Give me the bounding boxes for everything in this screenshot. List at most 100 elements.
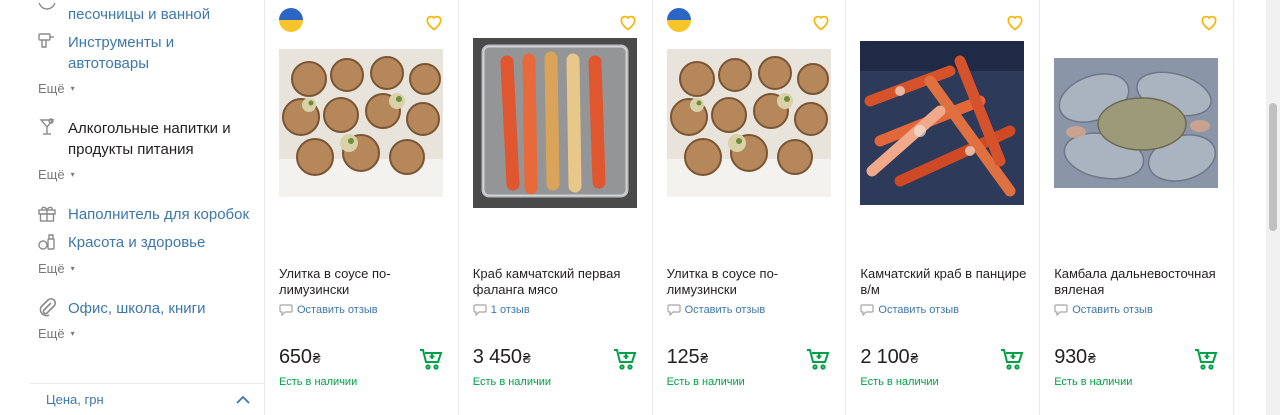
sidebar-item-label: Наполнитель для коробок — [68, 206, 250, 223]
drill-icon — [36, 30, 58, 52]
comment-icon — [1054, 304, 1068, 316]
ukraine-flag-icon — [666, 8, 691, 32]
product-title[interactable]: Краб камчатский первая фаланга мясо — [473, 266, 641, 298]
product-card: Улитка в соусе по-лимузински Оставить от… — [653, 0, 847, 415]
review-label: 1 отзыв — [490, 304, 530, 316]
product-price: 650₴ — [279, 346, 321, 369]
product-grid: Улитка в соусе по-лимузински Оставить от… — [264, 0, 1234, 415]
comment-icon — [666, 304, 681, 316]
more-toggle[interactable]: Ещё ▾ — [38, 167, 75, 182]
price-filter-label: Цена, грн — [46, 392, 104, 407]
bath-icon — [36, 2, 58, 24]
add-to-cart-icon[interactable] — [805, 346, 831, 372]
ukraine-flag-icon — [279, 8, 303, 32]
review-label: Оставить отзыв — [1072, 304, 1153, 316]
review-link[interactable]: Оставить отзыв — [666, 304, 766, 316]
sidebar-item-label: Красота и здоровье — [68, 234, 206, 251]
gift-icon — [36, 202, 58, 224]
heart-icon[interactable] — [1005, 12, 1025, 32]
scrollbar-thumb[interactable] — [1269, 103, 1277, 231]
price-filter-toggle[interactable]: Цена, грн — [30, 383, 264, 415]
add-to-cart-icon[interactable] — [999, 346, 1025, 372]
product-title[interactable]: Камчатский краб в панцире в/м — [860, 266, 1028, 298]
product-price: 2 100₴ — [860, 346, 918, 369]
heart-icon[interactable] — [424, 12, 444, 32]
price-value: 3 450 — [472, 346, 522, 368]
more-label: Ещё — [38, 261, 65, 276]
product-title[interactable]: Улитка в соусе по-лимузински — [279, 266, 447, 298]
availability-status: Есть в наличии — [1054, 376, 1133, 388]
currency-symbol: ₴ — [522, 350, 531, 366]
page-scrollbar[interactable] — [1266, 0, 1280, 415]
chevron-down-icon: ▾ — [70, 84, 75, 93]
product-price: 930₴ — [1054, 346, 1096, 369]
crab-legs-pack-photo[interactable] — [472, 38, 637, 208]
add-to-cart-icon[interactable] — [1193, 346, 1219, 372]
more-toggle[interactable]: Ещё ▾ — [38, 261, 75, 276]
availability-status: Есть в наличии — [472, 376, 552, 388]
currency-symbol: ₴ — [700, 350, 708, 366]
price-value: 930 — [1054, 346, 1087, 368]
more-label: Ещё — [38, 81, 65, 96]
sidebar-item-box-filler[interactable]: Наполнитель для коробок — [30, 204, 264, 225]
review-label: Оставить отзыв — [297, 304, 378, 316]
comment-icon — [860, 304, 874, 316]
glass-icon — [36, 116, 58, 138]
review-link[interactable]: Оставить отзыв — [1054, 304, 1153, 316]
review-link[interactable]: Оставить отзыв — [860, 304, 959, 316]
paperclip-icon — [36, 296, 58, 318]
chevron-up-icon — [236, 395, 250, 404]
chevron-down-icon: ▾ — [70, 329, 75, 338]
king-crab-photo[interactable] — [860, 38, 1025, 208]
snails-photo[interactable] — [279, 38, 443, 208]
price-value: 650 — [279, 346, 312, 368]
snails-photo[interactable] — [666, 38, 831, 208]
sidebar-item-label: Офис, школа, книги — [68, 300, 206, 317]
product-card: Краб камчатский первая фаланга мясо 1 от… — [459, 0, 653, 415]
availability-status: Есть в наличии — [860, 376, 939, 388]
availability-status: Есть в наличии — [666, 376, 745, 388]
product-price: 125₴ — [666, 346, 709, 369]
product-title[interactable]: Улитка в соусе по-лимузински — [667, 266, 835, 298]
heart-icon[interactable] — [1199, 12, 1219, 32]
sidebar-item-office[interactable]: Офис, школа, книги — [30, 296, 264, 319]
category-sidebar: песочницы и ванной Инструменты и автотов… — [30, 0, 264, 415]
product-card: Камбала дальневосточная вяленая Оставить… — [1040, 0, 1234, 415]
more-toggle[interactable]: Ещё ▾ — [38, 326, 75, 341]
product-title[interactable]: Камбала дальневосточная вяленая — [1054, 266, 1222, 298]
more-label: Ещё — [38, 326, 65, 341]
price-value: 125 — [666, 346, 700, 368]
sidebar-item-label: песочницы и ванной — [68, 6, 211, 23]
currency-symbol: ₴ — [1087, 350, 1096, 366]
sidebar-item-alcohol-food[interactable]: Алкогольные напитки и продукты питания — [30, 118, 264, 160]
cosmetics-icon — [36, 230, 58, 252]
currency-symbol: ₴ — [312, 350, 321, 366]
add-to-cart-icon[interactable] — [612, 346, 638, 372]
sidebar-item-label: Инструменты и автотовары — [68, 34, 175, 72]
product-card: Камчатский краб в панцире в/м Оставить о… — [846, 0, 1041, 415]
review-link[interactable]: Оставить отзыв — [279, 304, 378, 316]
review-label: Оставить отзыв — [878, 304, 959, 316]
sidebar-item-kids-bath[interactable]: песочницы и ванной — [30, 2, 264, 25]
sidebar-item-label: Алкогольные напитки и продукты питания — [68, 120, 231, 158]
more-toggle[interactable]: Ещё ▾ — [38, 81, 75, 96]
product-card: Улитка в соусе по-лимузински Оставить от… — [265, 0, 459, 415]
sidebar-item-tools[interactable]: Инструменты и автотовары — [30, 32, 264, 74]
catalog-page: песочницы и ванной Инструменты и автотов… — [0, 0, 1280, 415]
chevron-down-icon: ▾ — [70, 264, 75, 273]
dried-flounder-photo[interactable] — [1054, 38, 1219, 208]
currency-symbol: ₴ — [910, 350, 919, 366]
product-price: 3 450₴ — [473, 346, 531, 369]
chevron-down-icon: ▾ — [70, 170, 75, 179]
heart-icon[interactable] — [811, 12, 831, 32]
review-link[interactable]: 1 отзыв — [473, 304, 530, 316]
comment-icon — [473, 304, 487, 316]
price-value: 2 100 — [860, 346, 910, 368]
more-label: Ещё — [38, 167, 65, 182]
add-to-cart-icon[interactable] — [418, 346, 444, 372]
availability-status: Есть в наличии — [279, 376, 358, 388]
sidebar-item-beauty[interactable]: Красота и здоровье — [30, 232, 264, 253]
comment-icon — [279, 304, 293, 316]
review-label: Оставить отзыв — [684, 304, 766, 316]
heart-icon[interactable] — [618, 12, 638, 32]
